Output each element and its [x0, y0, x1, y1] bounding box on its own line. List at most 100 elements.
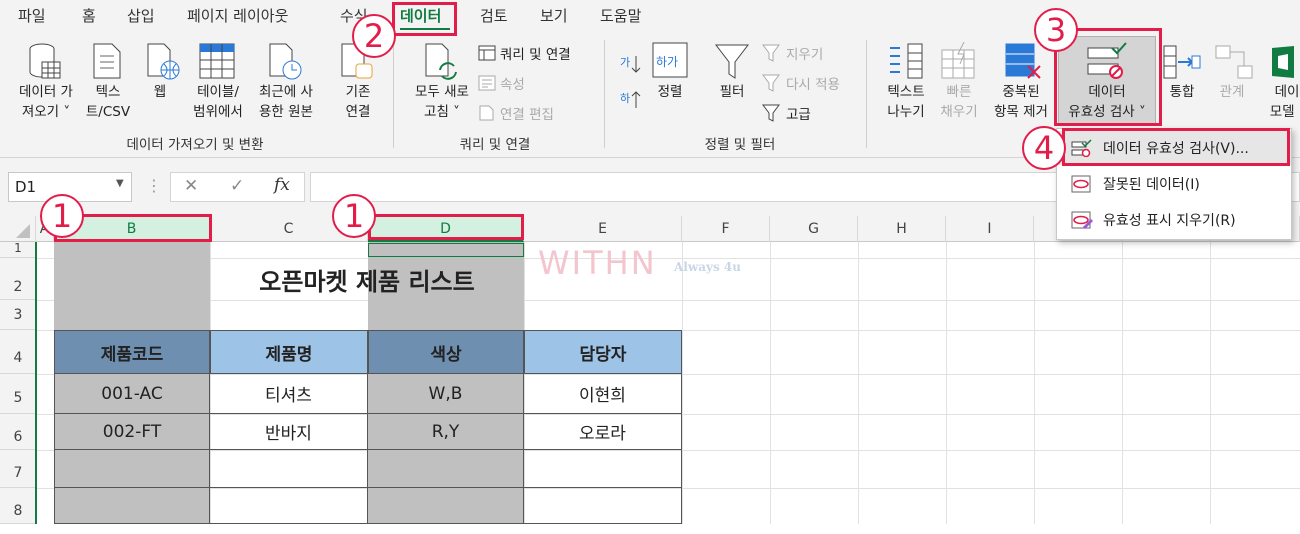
row-header-4[interactable]: 4 [0, 330, 36, 374]
selection-edge [35, 242, 37, 524]
enter-icon[interactable]: ✓ [230, 176, 244, 196]
row-header-3[interactable]: 3 [0, 300, 36, 330]
reapply-button[interactable]: 다시 적용 [762, 73, 840, 93]
more-options-icon: ⋮ [146, 176, 162, 195]
row-header-8[interactable]: 8 [0, 488, 36, 524]
column-header-i[interactable]: I [946, 216, 1034, 242]
table-cell[interactable] [524, 450, 682, 488]
table-cell[interactable] [524, 488, 682, 524]
filter-button[interactable]: 필터 [710, 82, 754, 102]
filter-icon [714, 42, 750, 86]
tab-insert[interactable]: 삽입 [127, 5, 155, 26]
from-table-range-button[interactable]: 테이블/범위에서 [186, 82, 250, 122]
advanced-filter-button[interactable]: 고급 [762, 103, 811, 123]
tab-review[interactable]: 검토 [480, 5, 508, 26]
get-data-button[interactable]: 데이터 가 져오기 ˅ [8, 82, 84, 122]
table-cell[interactable]: 티셔츠 [210, 374, 368, 414]
properties-icon [478, 75, 496, 91]
table-cell[interactable]: 002-FT [54, 414, 210, 450]
svg-text:하: 하 [620, 91, 630, 105]
menu-item-clear-circles[interactable]: 유효성 표시 지우기(R) [1057, 203, 1291, 237]
table-cell[interactable]: 오로라 [524, 414, 682, 450]
text-to-columns-button[interactable]: 텍스트 나누기 [880, 82, 932, 122]
menu-item-circle-invalid[interactable]: 잘못된 데이터(I) [1057, 167, 1291, 201]
table-header-product-code[interactable]: 제품코드 [54, 330, 210, 374]
table-cell[interactable]: W,B [368, 374, 524, 414]
queries-connections-button[interactable]: 쿼리 및 연결 [478, 43, 571, 63]
grid-line [858, 242, 859, 524]
table-cell[interactable] [368, 450, 524, 488]
text-to-columns-icon [886, 42, 926, 86]
tab-page-layout[interactable]: 페이지 레이아웃 [187, 5, 288, 26]
row-header-7[interactable]: 7 [0, 450, 36, 488]
web-button[interactable]: 웹 [142, 82, 178, 102]
relationships-button[interactable]: 관계 [1210, 82, 1254, 102]
select-all-corner[interactable] [0, 216, 36, 242]
data-model-button[interactable]: 데이모델 › [1262, 82, 1300, 122]
watermark-tagline: Always 4u [674, 260, 741, 274]
column-header-h[interactable]: H [858, 216, 946, 242]
watermark-brand: WITHN [538, 244, 657, 282]
sheet-title[interactable]: 오픈마켓 제품 리스트 [210, 258, 524, 300]
web-icon [146, 42, 180, 86]
group-queries: 쿼리 및 연결 [459, 137, 531, 153]
edit-links-button[interactable]: 연결 편집 [478, 103, 554, 123]
table-cell[interactable]: 반바지 [210, 414, 368, 450]
table-cell[interactable] [54, 488, 210, 524]
chevron-down-icon[interactable]: ▼ [116, 178, 124, 189]
table-cell[interactable]: 001-AC [54, 374, 210, 414]
sort-icon: 하가 [652, 42, 688, 82]
table-cell[interactable] [210, 450, 368, 488]
existing-connections-button[interactable]: 기존 연결 [334, 82, 382, 122]
tab-home[interactable]: 홈 [82, 5, 96, 26]
remove-duplicates-button[interactable]: 중복된 항목 제거 [986, 82, 1056, 122]
table-cell[interactable] [210, 488, 368, 524]
recent-sources-icon [268, 42, 304, 86]
insert-function-icon[interactable]: fx [274, 175, 290, 195]
reapply-icon [762, 74, 780, 92]
properties-button[interactable]: 속성 [478, 73, 525, 93]
clear-circles-icon [1071, 211, 1093, 229]
tab-file[interactable]: 파일 [18, 5, 46, 26]
table-header-product-name[interactable]: 제품명 [210, 330, 368, 374]
table-cell[interactable] [368, 488, 524, 524]
svg-text:가: 가 [620, 56, 630, 69]
tab-help[interactable]: 도움말 [600, 5, 641, 26]
row-headers: 1 2 3 4 5 6 7 8 [0, 242, 36, 524]
table-cell[interactable]: R,Y [368, 414, 524, 450]
text-csv-button[interactable]: 텍스 트/CSV [80, 82, 136, 122]
refresh-all-button[interactable]: 모두 새로 고침 ˅ [402, 82, 482, 122]
consolidate-button[interactable]: 통합 [1160, 82, 1204, 102]
column-header-e[interactable]: E [524, 216, 682, 242]
table-cell[interactable]: 이현희 [524, 374, 682, 414]
table-header-manager[interactable]: 담당자 [524, 330, 682, 374]
cancel-icon[interactable]: ✕ [184, 176, 198, 196]
grid-line [770, 242, 771, 524]
edit-links-icon [479, 105, 494, 121]
annotation-step-1: 1 [40, 194, 84, 238]
column-header-f[interactable]: F [682, 216, 770, 242]
flash-fill-icon [940, 41, 978, 86]
recent-sources-button[interactable]: 최근에 사 용한 원본 [250, 82, 322, 122]
remove-duplicates-icon [1004, 42, 1044, 86]
annotation-box-column-d [368, 214, 524, 240]
grid-line [36, 300, 1300, 301]
row-header-5[interactable]: 5 [0, 374, 36, 414]
sort-button[interactable]: 정렬 [648, 82, 692, 102]
row-header-6[interactable]: 6 [0, 414, 36, 450]
table-header-color[interactable]: 색상 [368, 330, 524, 374]
row-header-1[interactable]: 1 [0, 242, 36, 258]
active-cell-d1[interactable] [368, 243, 524, 257]
column-header-g[interactable]: G [770, 216, 858, 242]
ribbon-separator [866, 40, 867, 148]
table-cell[interactable] [54, 450, 210, 488]
refresh-icon [424, 42, 462, 86]
group-sort-filter: 정렬 및 필터 [704, 137, 776, 153]
clear-filter-button[interactable]: 지우기 [762, 43, 823, 63]
annotation-step-2: 2 [352, 14, 396, 58]
tab-view[interactable]: 보기 [540, 5, 568, 26]
flash-fill-button[interactable]: 빠른 채우기 [934, 82, 984, 122]
row-header-2[interactable]: 2 [0, 258, 36, 300]
sort-az-icon: 가하 [618, 52, 644, 126]
ribbon-tabs: 파일 홈 삽입 페이지 레이아웃 수식 데이터 검토 보기 도움말 [0, 0, 1300, 31]
